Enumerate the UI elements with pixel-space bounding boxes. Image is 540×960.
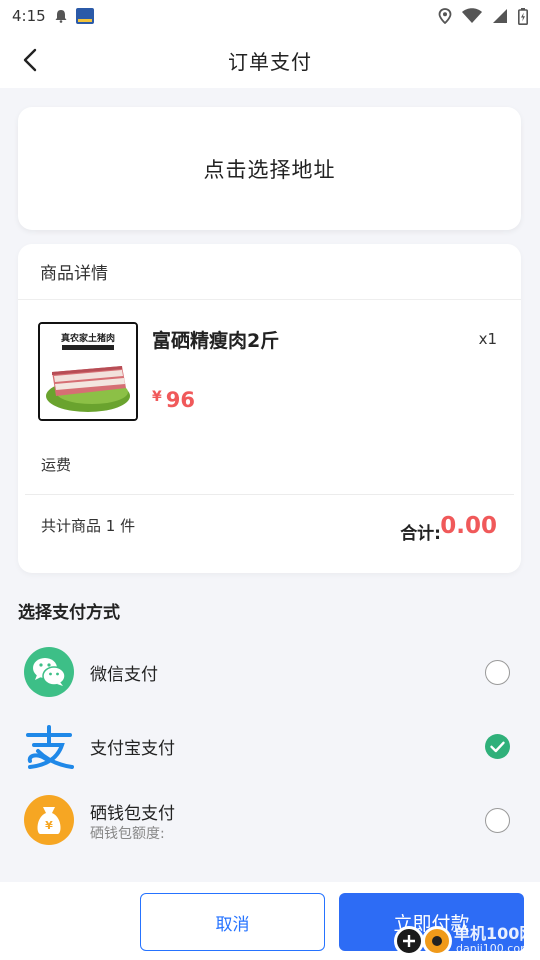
total-item-count: 共计商品 1 件	[41, 517, 136, 535]
goods-header: 商品详情	[18, 244, 521, 300]
cancel-button[interactable]: 取消	[140, 893, 325, 951]
total-amount: 0.00	[440, 513, 497, 539]
status-bar: 4:15	[0, 0, 540, 32]
product-image: 真农家土猪肉	[38, 322, 138, 421]
shipping-label: 运费	[41, 455, 72, 474]
total-label: 合计:	[400, 524, 441, 544]
payment-label-wallet: 硒钱包支付	[90, 804, 175, 824]
svg-text:¥: ¥	[45, 819, 53, 832]
payment-option-wallet[interactable]: ¥ 硒钱包支付 硒钱包额度:	[0, 785, 540, 855]
price-value: 96	[165, 388, 195, 412]
payment-section-title: 选择支付方式	[18, 603, 120, 623]
check-icon	[490, 741, 505, 753]
wifi-icon	[462, 8, 482, 23]
payment-option-alipay[interactable]: 支付宝支付	[0, 711, 540, 781]
alipay-icon	[24, 721, 74, 771]
svg-text:真农家土猪肉: 真农家土猪肉	[61, 332, 115, 344]
status-time: 4:15	[12, 7, 46, 25]
payment-option-wechat[interactable]: 微信支付	[0, 637, 540, 707]
payment-label-alipay: 支付宝支付	[90, 739, 175, 759]
app-header: 订单支付	[0, 32, 540, 88]
radio-wallet[interactable]	[485, 808, 510, 833]
select-address-card[interactable]: 点击选择地址	[18, 107, 521, 230]
select-address-prompt: 点击选择地址	[203, 157, 336, 182]
total-row: 共计商品 1 件 合计: 0.00	[18, 495, 521, 561]
product-name: 富硒精瘦肉2斤	[152, 330, 280, 352]
back-button[interactable]	[14, 44, 46, 76]
wallet-icon: ¥	[24, 795, 74, 845]
watermark-dot-icon	[422, 926, 452, 956]
app-notification-icon	[75, 8, 94, 24]
location-icon	[438, 8, 452, 24]
wechat-pay-icon	[24, 647, 74, 697]
goods-card: 商品详情 真农家土猪肉 富硒精瘦肉2斤 x1 ¥96 运费 共计商品 1 件 合…	[18, 244, 521, 573]
currency-symbol: ¥	[152, 389, 162, 405]
pork-image: 真农家土猪肉	[40, 324, 136, 419]
radio-wechat[interactable]	[485, 660, 510, 685]
battery-icon	[518, 7, 528, 25]
status-left-icons	[54, 8, 94, 24]
watermark-logo: 单机100网 danji100.com	[392, 918, 540, 960]
watermark-sub: danji100.com	[456, 942, 531, 955]
signal-icon	[493, 9, 507, 23]
product-quantity: x1	[478, 330, 497, 348]
shipping-row: 运费	[25, 434, 514, 495]
notification-bell-icon	[55, 10, 67, 23]
product-row: 真农家土猪肉 富硒精瘦肉2斤 x1 ¥96	[18, 300, 521, 434]
payment-label-wechat: 微信支付	[90, 665, 158, 685]
wallet-balance-label: 硒钱包额度:	[90, 826, 165, 842]
status-right-icons	[438, 7, 528, 25]
watermark-plus-icon	[394, 926, 424, 956]
product-price: ¥96	[152, 388, 195, 412]
watermark-text: 单机100网	[454, 924, 536, 943]
radio-alipay-checked[interactable]	[485, 734, 510, 759]
chevron-left-icon	[23, 48, 37, 72]
page-title: 订单支付	[228, 49, 312, 74]
